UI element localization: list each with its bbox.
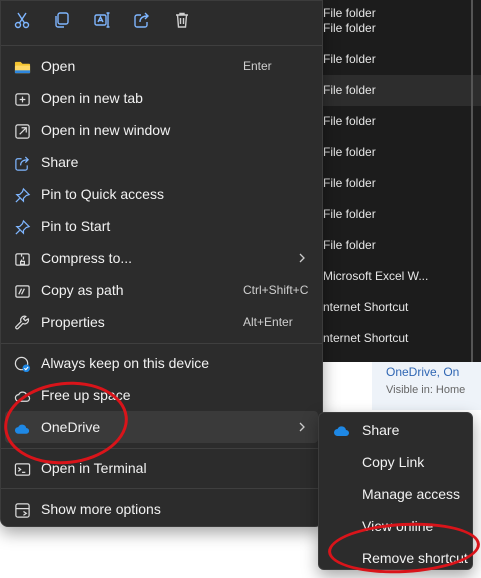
menu-item-pin-to-quick-access[interactable]: Pin to Quick access xyxy=(5,178,318,210)
copy-icon xyxy=(53,11,71,34)
menu-item-shortcut: Enter xyxy=(243,59,272,73)
menu-item-copy-as-path[interactable]: Copy as path Ctrl+Shift+C xyxy=(5,274,318,306)
share-icon xyxy=(133,11,151,34)
submenu-item-share[interactable]: Share xyxy=(323,414,469,446)
share-icon xyxy=(13,154,31,172)
list-item[interactable]: nternet Shortcut xyxy=(323,292,473,323)
pin-icon xyxy=(13,186,31,204)
details-visible-in: Visible in: Home xyxy=(386,384,466,396)
cut-button[interactable] xyxy=(9,9,35,35)
list-item[interactable]: nternet Shortcut xyxy=(323,323,473,354)
share-button[interactable] xyxy=(129,9,155,35)
list-item-selected[interactable]: File folder xyxy=(300,75,481,106)
menu-item-open-in-new-tab[interactable]: Open in new tab xyxy=(5,82,318,114)
menu-item-properties[interactable]: Properties Alt+Enter xyxy=(5,306,318,338)
menu-item-label: Pin to Start xyxy=(41,218,111,234)
menu-item-share[interactable]: Share xyxy=(5,146,318,178)
menu-item-label: Pin to Quick access xyxy=(41,186,164,202)
menu-item-label: Open in new tab xyxy=(41,90,143,106)
rename-icon xyxy=(93,11,111,34)
folder-icon xyxy=(13,58,31,76)
divider xyxy=(1,488,322,489)
list-item[interactable]: File folder xyxy=(323,168,473,199)
menu-item-open[interactable]: Open Enter xyxy=(5,50,318,82)
delete-button[interactable] xyxy=(169,9,195,35)
keep-on-device-icon xyxy=(13,355,31,373)
menu-item-label: Open in new window xyxy=(41,122,171,138)
rename-button[interactable] xyxy=(89,9,115,35)
submenu-item-label: Share xyxy=(362,422,400,438)
menu-item-label: Share xyxy=(41,154,79,170)
list-item[interactable]: Microsoft Excel W... xyxy=(323,261,473,292)
menu-item-shortcut: Ctrl+Shift+C xyxy=(243,283,309,297)
file-list-background: File folder File folder File folder File… xyxy=(300,0,481,362)
menu-item-label: Compress to... xyxy=(41,250,133,266)
list-item[interactable]: File folder xyxy=(323,199,473,230)
menu-item-shortcut: Alt+Enter xyxy=(243,315,293,329)
divider xyxy=(1,45,322,46)
menu-item-label: Always keep on this device xyxy=(41,355,210,371)
menu-item-open-in-new-window[interactable]: Open in new window xyxy=(5,114,318,146)
more-options-icon xyxy=(13,501,31,519)
submenu-item-label: Copy Link xyxy=(362,454,425,470)
context-menu-toolbar xyxy=(1,1,322,45)
list-item[interactable]: File folder xyxy=(323,230,473,261)
list-item[interactable]: File folder xyxy=(323,137,473,168)
wrench-icon xyxy=(13,314,31,332)
menu-item-always-keep-on-device[interactable]: Always keep on this device xyxy=(5,347,318,379)
pin-icon xyxy=(13,218,31,236)
delete-icon xyxy=(173,11,191,34)
new-window-icon xyxy=(13,122,31,140)
terminal-icon xyxy=(13,460,31,478)
divider xyxy=(1,343,322,344)
copy-path-icon xyxy=(13,282,31,300)
menu-item-label: Open xyxy=(41,58,76,74)
submenu-item-copy-link[interactable]: Copy Link xyxy=(323,446,469,478)
menu-item-show-more-options[interactable]: Show more options xyxy=(5,493,318,525)
submenu-item-manage-access[interactable]: Manage access xyxy=(323,478,469,510)
scrollbar[interactable] xyxy=(471,0,473,362)
chevron-right-icon xyxy=(299,422,305,432)
copy-button[interactable] xyxy=(49,9,75,35)
cut-icon xyxy=(13,11,31,34)
details-title: OneDrive, On xyxy=(386,365,460,379)
menu-item-pin-to-start[interactable]: Pin to Start xyxy=(5,210,318,242)
submenu-item-label: Manage access xyxy=(362,486,461,502)
menu-item-compress-to[interactable]: Compress to... xyxy=(5,242,318,274)
list-item[interactable]: File folder xyxy=(323,106,473,137)
zip-icon xyxy=(13,250,31,268)
list-item[interactable]: File folder xyxy=(323,13,473,44)
new-tab-icon xyxy=(13,90,31,108)
list-item[interactable]: File folder xyxy=(323,44,473,75)
chevron-right-icon xyxy=(299,253,305,263)
menu-item-label: Properties xyxy=(41,314,105,330)
onedrive-icon xyxy=(333,423,351,437)
menu-item-label: Copy as path xyxy=(41,282,124,298)
menu-item-label: Show more options xyxy=(41,501,161,517)
